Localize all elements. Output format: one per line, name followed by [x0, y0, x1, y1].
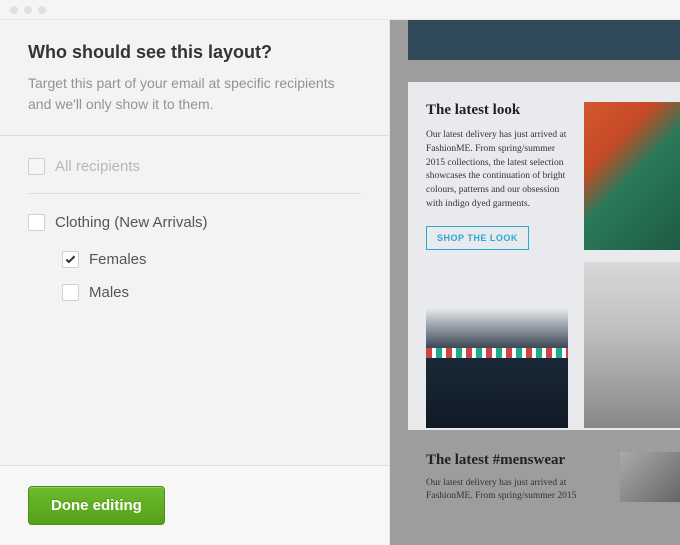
- segment-group-row[interactable]: Clothing (New Arrivals): [28, 202, 361, 243]
- targeting-sidebar: Who should see this layout? Target this …: [0, 20, 390, 545]
- card-title: The latest look: [426, 102, 568, 119]
- card-body: Our latest delivery has just arrived at …: [426, 477, 602, 505]
- segment-option-label: Males: [89, 284, 129, 301]
- preview-card-latest-look: The latest look Our latest delivery has …: [408, 82, 680, 430]
- product-image: [584, 262, 680, 428]
- checkbox-icon[interactable]: [62, 251, 79, 268]
- window-dot: [10, 6, 18, 14]
- window-dot: [38, 6, 46, 14]
- checkbox-icon[interactable]: [28, 214, 45, 231]
- product-image: [620, 452, 680, 502]
- product-image: [426, 268, 568, 428]
- decorative-pattern: [426, 348, 568, 358]
- hero-image: [408, 20, 680, 60]
- segment-option-females[interactable]: Females: [28, 243, 361, 276]
- done-editing-button[interactable]: Done editing: [28, 486, 165, 525]
- panel-description: Target this part of your email at specif…: [28, 73, 361, 115]
- shop-the-look-button[interactable]: SHOP THE LOOK: [426, 226, 529, 250]
- segment-option-males[interactable]: Males: [28, 276, 361, 309]
- preview-card-menswear: The latest #menswear Our latest delivery…: [408, 452, 680, 505]
- segment-group-label: Clothing (New Arrivals): [55, 214, 208, 231]
- all-recipients-row[interactable]: All recipients: [28, 158, 361, 194]
- product-image: [584, 102, 680, 250]
- window-dot: [24, 6, 32, 14]
- browser-chrome: [0, 0, 680, 20]
- panel-title: Who should see this layout?: [28, 42, 361, 63]
- card-body: Our latest delivery has just arrived at …: [426, 129, 568, 212]
- checkbox-icon[interactable]: [62, 284, 79, 301]
- checkbox-icon[interactable]: [28, 158, 45, 175]
- segment-option-label: Females: [89, 251, 147, 268]
- card-title: The latest #menswear: [426, 452, 602, 469]
- all-recipients-label: All recipients: [55, 158, 140, 175]
- email-preview: The latest look Our latest delivery has …: [390, 20, 680, 545]
